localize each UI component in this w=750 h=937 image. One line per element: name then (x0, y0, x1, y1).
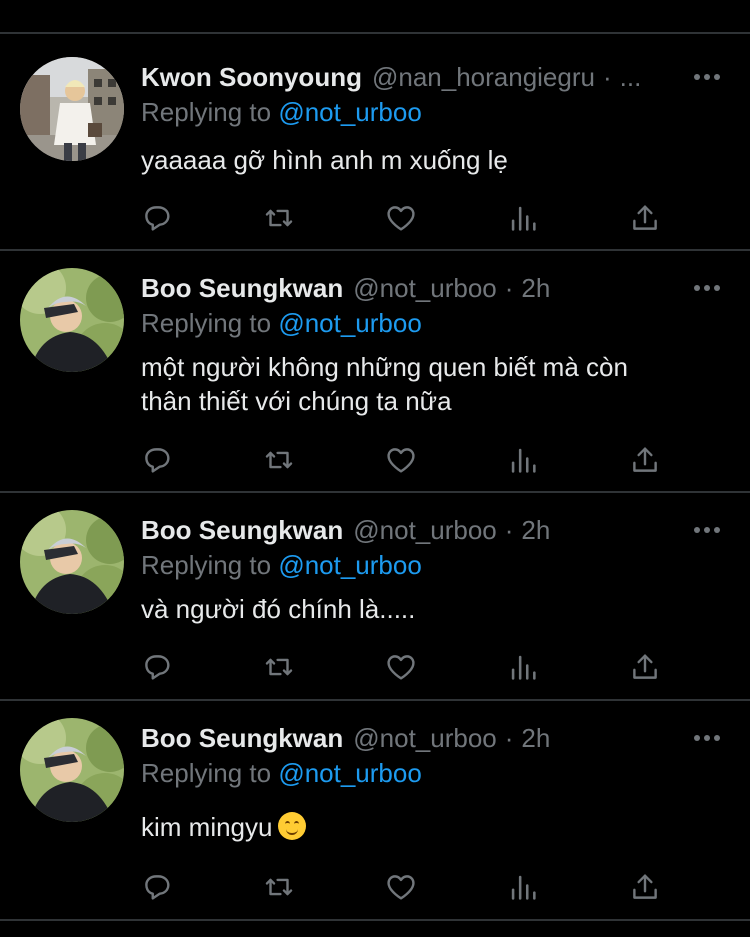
replying-to-label: Replying to (141, 97, 272, 127)
reply-icon[interactable] (140, 201, 174, 235)
replying-to: Replying to @not_urboo (141, 308, 422, 339)
tweet-header: Boo Seungkwan @not_urboo · 2h (141, 271, 730, 305)
tweet-time[interactable]: 2h (521, 723, 550, 754)
tweet-actions (140, 870, 670, 904)
share-icon[interactable] (628, 870, 662, 904)
separator-dot: · (504, 514, 514, 545)
tweet-header: Kwon Soonyoung @nan_horangiegru ·... (141, 60, 730, 94)
separator-dot: · (504, 722, 514, 753)
tweet-divider (0, 699, 750, 701)
tweet-text: yaaaaa gỡ hình anh m xuống lẹ (141, 143, 710, 177)
tweet-text: và người đó chính là..... (141, 592, 710, 626)
tweet-text-line: một người không những quen biết mà còn (141, 352, 628, 382)
retweet-icon[interactable] (262, 650, 296, 684)
more-options-icon[interactable] (694, 283, 720, 293)
reply-icon[interactable] (140, 870, 174, 904)
share-icon[interactable] (628, 201, 662, 235)
share-icon[interactable] (628, 443, 662, 477)
tweet-text-line: yaaaaa gỡ hình anh m xuống lẹ (141, 145, 508, 175)
author-name[interactable]: Kwon Soonyoung (141, 62, 362, 93)
like-icon[interactable] (384, 650, 418, 684)
tweet-text-line: kim mingyu (141, 810, 710, 844)
like-icon[interactable] (384, 870, 418, 904)
smiling-face-emoji-icon (278, 812, 307, 840)
tweet-divider (0, 249, 750, 251)
tweet-time[interactable]: ... (620, 62, 642, 93)
views-icon[interactable] (506, 650, 540, 684)
tweet-time[interactable]: 2h (521, 273, 550, 304)
replying-to: Replying to @not_urboo (141, 758, 422, 789)
separator-dot: · (602, 61, 612, 92)
retweet-icon[interactable] (262, 201, 296, 235)
reply-mention-link[interactable]: @not_urboo (278, 550, 422, 580)
reply-icon[interactable] (140, 443, 174, 477)
replying-to: Replying to @not_urboo (141, 550, 422, 581)
tweet-divider (0, 491, 750, 493)
separator-dot: · (504, 272, 514, 303)
views-icon[interactable] (506, 443, 540, 477)
author-handle[interactable]: @not_urboo (353, 723, 497, 754)
tweet-divider (0, 32, 750, 34)
tweet-actions (140, 201, 670, 235)
tweet-actions (140, 443, 670, 477)
tweet-text: kim mingyu (141, 810, 710, 844)
author-name[interactable]: Boo Seungkwan (141, 515, 343, 546)
views-icon[interactable] (506, 870, 540, 904)
replying-to-label: Replying to (141, 550, 272, 580)
tweet-text: một người không những quen biết mà còn th… (141, 350, 710, 418)
replying-to-label: Replying to (141, 758, 272, 788)
tweet-text-line: thân thiết với chúng ta nữa (141, 386, 452, 416)
share-icon[interactable] (628, 650, 662, 684)
avatar[interactable] (20, 57, 124, 161)
avatar[interactable] (20, 718, 124, 822)
tweet-header: Boo Seungkwan @not_urboo · 2h (141, 513, 730, 547)
retweet-icon[interactable] (262, 443, 296, 477)
avatar[interactable] (20, 268, 124, 372)
views-icon[interactable] (506, 201, 540, 235)
tweet-header: Boo Seungkwan @not_urboo · 2h (141, 721, 730, 755)
avatar[interactable] (20, 510, 124, 614)
tweet-divider (0, 919, 750, 921)
like-icon[interactable] (384, 443, 418, 477)
author-name[interactable]: Boo Seungkwan (141, 273, 343, 304)
reply-mention-link[interactable]: @not_urboo (278, 97, 422, 127)
author-handle[interactable]: @not_urboo (353, 273, 497, 304)
more-options-icon[interactable] (694, 72, 720, 82)
reply-mention-link[interactable]: @not_urboo (278, 758, 422, 788)
more-options-icon[interactable] (694, 525, 720, 535)
replying-to-label: Replying to (141, 308, 272, 338)
tweet-time[interactable]: 2h (521, 515, 550, 546)
author-name[interactable]: Boo Seungkwan (141, 723, 343, 754)
tweet-actions (140, 650, 670, 684)
reply-icon[interactable] (140, 650, 174, 684)
tweet-text-line: và người đó chính là..... (141, 594, 416, 624)
more-options-icon[interactable] (694, 733, 720, 743)
reply-mention-link[interactable]: @not_urboo (278, 308, 422, 338)
replying-to: Replying to @not_urboo (141, 97, 422, 128)
author-handle[interactable]: @not_urboo (353, 515, 497, 546)
author-handle[interactable]: @nan_horangiegru (372, 62, 595, 93)
like-icon[interactable] (384, 201, 418, 235)
retweet-icon[interactable] (262, 870, 296, 904)
